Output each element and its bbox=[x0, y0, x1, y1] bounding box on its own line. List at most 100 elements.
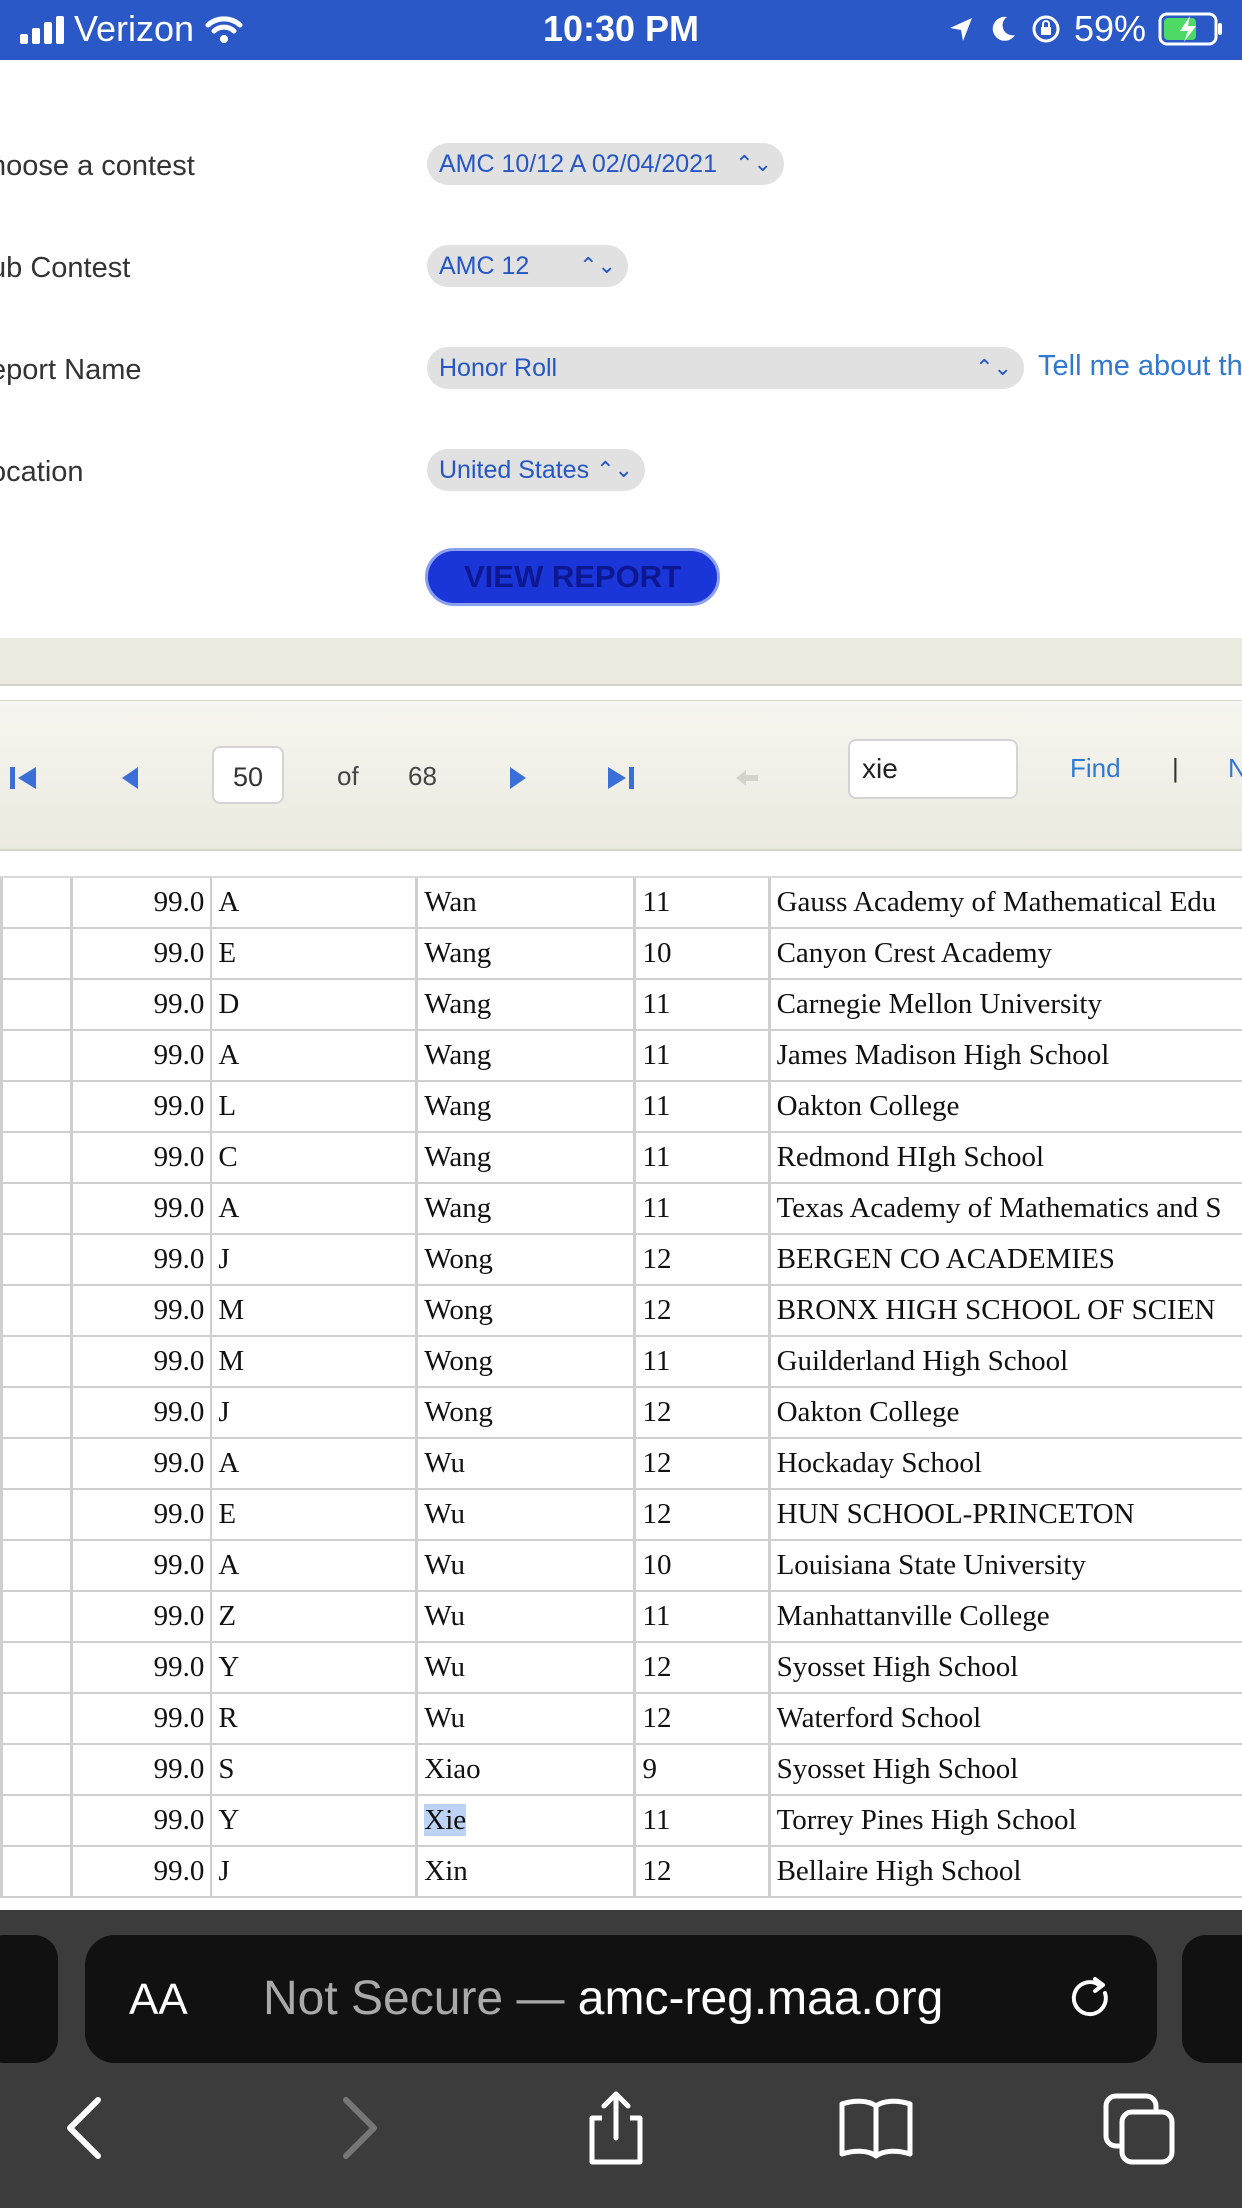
last-name-cell: Xie bbox=[416, 1795, 637, 1847]
chevron-updown-icon: ⌃⌄ bbox=[735, 151, 772, 176]
table-row: 99.0 M Wong 11 Guilderland High School bbox=[0, 1336, 1242, 1388]
contest-select-value: AMC 10/12 A 02/04/2021 bbox=[439, 150, 717, 178]
first-initial-cell-text: J bbox=[218, 1855, 230, 1887]
grade-cell: 11 bbox=[634, 1132, 771, 1184]
school-cell-text: Manhattanville College bbox=[776, 1600, 1050, 1632]
first-initial-cell-text: Y bbox=[218, 1651, 240, 1683]
first-initial-cell-text: A bbox=[218, 1192, 240, 1224]
score-cell-text: 99.0 bbox=[153, 1192, 205, 1224]
score-cell-text: 99.0 bbox=[153, 1804, 205, 1836]
row-blank-cell bbox=[0, 1693, 73, 1745]
report-help-link[interactable]: Tell me about th bbox=[1038, 350, 1242, 383]
school-cell: Syosset High School bbox=[769, 1744, 1242, 1796]
contest-row: hoose a contest AMC 10/12 A 02/04/2021 ⌃… bbox=[0, 140, 1242, 200]
score-cell: 99.0 bbox=[71, 979, 213, 1031]
last-name-cell-text: Wu bbox=[424, 1549, 465, 1581]
first-page-icon[interactable] bbox=[6, 763, 42, 793]
reload-icon[interactable] bbox=[1065, 1973, 1117, 2025]
last-name-cell: Wang bbox=[416, 1081, 637, 1133]
share-icon[interactable] bbox=[576, 2088, 656, 2168]
toolbar-separator: | bbox=[1172, 753, 1179, 783]
first-initial-cell: M bbox=[211, 1336, 419, 1388]
school-cell-text: Bellaire High School bbox=[776, 1855, 1022, 1887]
school-cell: Bellaire High School bbox=[769, 1846, 1242, 1898]
first-initial-cell-text: Z bbox=[218, 1600, 237, 1632]
score-cell-text: 99.0 bbox=[153, 1345, 205, 1377]
school-cell: HUN SCHOOL-PRINCETON bbox=[769, 1489, 1242, 1541]
grade-cell: 11 bbox=[634, 1336, 771, 1388]
score-cell: 99.0 bbox=[71, 1183, 213, 1235]
last-name-cell-text: Wu bbox=[424, 1498, 465, 1530]
subcontest-select[interactable]: AMC 12 ⌃⌄ bbox=[427, 245, 628, 287]
row-blank-cell bbox=[0, 979, 73, 1031]
last-name-cell-text: Wu bbox=[424, 1447, 465, 1479]
next-page-icon[interactable] bbox=[500, 763, 536, 793]
row-blank-cell bbox=[0, 878, 73, 929]
next-tab-pill[interactable] bbox=[1182, 1935, 1242, 2063]
page-of-label: of bbox=[337, 761, 359, 791]
grade-cell-text: 12 bbox=[642, 1498, 672, 1530]
first-initial-cell: A bbox=[211, 1540, 419, 1592]
last-name-cell-text: Wong bbox=[424, 1243, 493, 1275]
bookmarks-icon[interactable] bbox=[836, 2088, 916, 2168]
last-name-cell: Wang bbox=[416, 1132, 637, 1184]
first-initial-cell: R bbox=[211, 1693, 419, 1745]
school-cell-text: Syosset High School bbox=[776, 1753, 1019, 1785]
last-page-icon[interactable] bbox=[602, 763, 638, 793]
table-row: 99.0 A Wang 11 James Madison High School bbox=[0, 1030, 1242, 1082]
page-number-input[interactable]: 50 bbox=[212, 746, 284, 804]
school-cell: BERGEN CO ACADEMIES bbox=[769, 1234, 1242, 1286]
grade-cell: 11 bbox=[634, 1591, 771, 1643]
table-row: 99.0 J Wong 12 BERGEN CO ACADEMIES bbox=[0, 1234, 1242, 1286]
score-cell: 99.0 bbox=[71, 1387, 213, 1439]
grade-cell: 12 bbox=[634, 1285, 771, 1337]
find-next-link[interactable]: N bbox=[1228, 753, 1242, 784]
grade-cell: 12 bbox=[634, 1693, 771, 1745]
last-name-cell-text: Wang bbox=[424, 1192, 492, 1224]
school-cell-text: James Madison High School bbox=[776, 1039, 1110, 1071]
score-cell: 99.0 bbox=[71, 1030, 213, 1082]
score-cell-text: 99.0 bbox=[153, 1651, 205, 1683]
grade-cell-text: 11 bbox=[642, 1345, 671, 1377]
first-initial-cell-text: L bbox=[218, 1090, 237, 1122]
status-bar: Verizon 10:30 PM 59% bbox=[0, 0, 1242, 60]
score-cell-text: 99.0 bbox=[153, 1039, 205, 1071]
contest-select[interactable]: AMC 10/12 A 02/04/2021 ⌃⌄ bbox=[427, 143, 784, 185]
row-blank-cell bbox=[0, 1489, 73, 1541]
grade-cell: 11 bbox=[634, 1183, 771, 1235]
grade-cell-text: 12 bbox=[642, 1243, 672, 1275]
school-cell-text: Oakton College bbox=[776, 1090, 960, 1122]
school-cell: Hockaday School bbox=[769, 1438, 1242, 1490]
school-cell: Carnegie Mellon University bbox=[769, 979, 1242, 1031]
previous-tab-pill[interactable] bbox=[0, 1935, 58, 2063]
find-input[interactable]: xie bbox=[848, 739, 1018, 799]
first-initial-cell-text: E bbox=[218, 1498, 237, 1530]
school-cell-text: Gauss Academy of Mathematical Edu bbox=[776, 886, 1217, 918]
report-select[interactable]: Honor Roll ⌃⌄ bbox=[427, 347, 1024, 389]
prev-page-icon[interactable] bbox=[114, 763, 150, 793]
grade-cell: 11 bbox=[634, 878, 771, 929]
school-cell: Torrey Pines High School bbox=[769, 1795, 1242, 1847]
grade-cell: 11 bbox=[634, 979, 771, 1031]
last-name-cell-text: Wang bbox=[424, 1090, 492, 1122]
first-initial-cell: E bbox=[211, 1489, 419, 1541]
first-initial-cell: Y bbox=[211, 1642, 419, 1694]
school-cell: Waterford School bbox=[769, 1693, 1242, 1745]
find-link[interactable]: Find bbox=[1070, 753, 1121, 784]
back-icon[interactable] bbox=[48, 2088, 128, 2168]
school-cell-text: Texas Academy of Mathematics and S bbox=[776, 1192, 1222, 1224]
score-cell: 99.0 bbox=[71, 1438, 213, 1490]
address-bar[interactable]: AA Not Secure — amc-reg.maa.org bbox=[85, 1935, 1157, 2063]
grade-cell-text: 11 bbox=[642, 988, 671, 1020]
view-report-button[interactable]: VIEW REPORT bbox=[425, 548, 720, 606]
tabs-icon[interactable] bbox=[1098, 2088, 1178, 2168]
grade-cell-text: 10 bbox=[642, 937, 672, 969]
location-select[interactable]: United States ⌃⌄ bbox=[427, 449, 645, 491]
row-blank-cell bbox=[0, 1081, 73, 1133]
last-name-cell: Wong bbox=[416, 1234, 637, 1286]
text-size-button[interactable]: AA bbox=[129, 1975, 188, 2025]
first-initial-cell-text: E bbox=[218, 937, 237, 969]
grade-cell: 10 bbox=[634, 1540, 771, 1592]
school-cell-text: Louisiana State University bbox=[776, 1549, 1086, 1581]
score-cell-text: 99.0 bbox=[153, 1702, 205, 1734]
